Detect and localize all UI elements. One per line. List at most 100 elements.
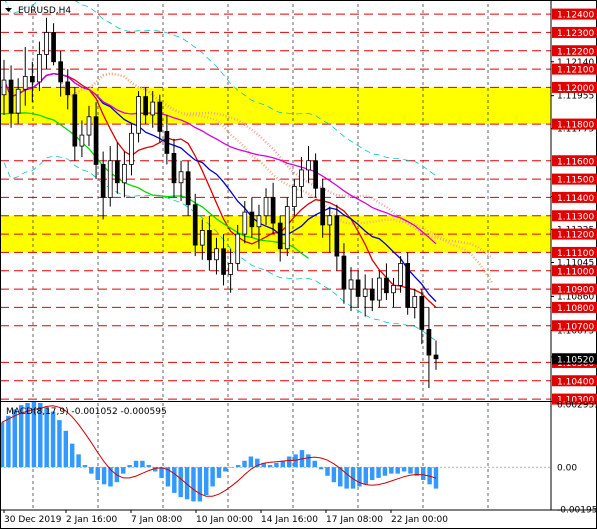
level-price-label: 1.10400 (557, 377, 594, 387)
candle-body (412, 296, 418, 308)
time-axis-label: 7 Jan 08:00 (131, 515, 183, 525)
candle-body (256, 215, 262, 228)
macd-title: MACD(8,17,9) -0.001052 -0.000595 (6, 407, 167, 417)
level-price-label: 1.11300 (557, 212, 594, 222)
candle-body (1, 79, 7, 96)
candle-body (376, 277, 382, 301)
symbol-title: EURUSD,H4 (18, 6, 71, 16)
macd-bar (325, 467, 330, 476)
macd-bar (382, 467, 388, 476)
candle-body (171, 153, 177, 184)
candle-body (433, 354, 439, 360)
candle-body (136, 96, 141, 134)
candle-body (292, 186, 297, 207)
level-price-label: 1.12400 (557, 11, 594, 21)
candle-body (100, 164, 106, 198)
macd-bar (101, 467, 107, 485)
candle-body (150, 101, 156, 116)
macd-bar (159, 467, 164, 478)
macd-bar (248, 456, 254, 468)
macd-scale-label: -0.001955 (557, 506, 597, 516)
macd-bar (191, 467, 196, 502)
candle-body (164, 131, 170, 154)
candle-body (214, 248, 219, 261)
macd-bar (121, 467, 126, 474)
candle-body (391, 285, 396, 294)
candle-body (8, 79, 14, 114)
macd-bar (286, 456, 292, 468)
macd-bar (197, 467, 203, 502)
candle-body (313, 160, 318, 189)
candle-body (79, 134, 85, 147)
candle-body (51, 32, 56, 63)
macd-bar (223, 467, 228, 472)
macd-bar (6, 415, 11, 468)
candle-body (37, 54, 42, 83)
macd-scale-label: 0.002955 (557, 400, 597, 410)
candle-body (29, 76, 35, 83)
macd-bar (395, 467, 400, 474)
macd-bar (235, 465, 241, 468)
candle-body (299, 169, 304, 187)
time-axis-label: 14 Jan 16:00 (261, 515, 318, 525)
macd-bar (408, 467, 413, 474)
candle-body (199, 230, 205, 246)
candle-body (398, 263, 403, 286)
level-price-label: 1.12200 (557, 47, 594, 57)
macd-bar (363, 467, 369, 485)
macd-bar (267, 465, 273, 468)
candle-body (178, 171, 184, 184)
level-price-label: 1.10900 (557, 286, 594, 296)
time-axis-label: 10 Jan 00:00 (196, 515, 253, 525)
macd-bar (293, 454, 298, 468)
candle-body (419, 296, 425, 330)
macd-bar (376, 467, 381, 478)
macd-bar (178, 467, 183, 498)
candle-body (65, 81, 71, 96)
level-price-label: 1.11600 (557, 157, 594, 167)
macd-bar (57, 420, 62, 468)
levels-layer (0, 13, 551, 400)
level-price-label: 1.11400 (557, 194, 594, 204)
macd-bar (331, 467, 337, 483)
candle-body (270, 197, 276, 224)
candle-body (320, 187, 326, 226)
macd-bar (312, 460, 317, 468)
candle-body (129, 132, 134, 165)
candle-body (157, 101, 163, 132)
macd-bar (76, 454, 81, 468)
macd-bar (229, 467, 234, 468)
candle-body (426, 329, 432, 356)
candle-body (249, 211, 255, 228)
level-price-label: 1.11800 (557, 121, 594, 131)
macd-bar (401, 467, 407, 472)
macd-bar (82, 465, 88, 468)
candle-body (369, 288, 375, 301)
candle-body (58, 61, 64, 83)
macd-bar (140, 460, 145, 468)
candle-body (122, 164, 127, 184)
outer-border (0, 0, 597, 529)
candle-body (221, 248, 226, 275)
macd-bar (146, 465, 152, 468)
macd-bar (50, 411, 56, 468)
candle-body (107, 160, 113, 198)
candle-body (72, 94, 78, 147)
macd-bar (216, 467, 222, 478)
candle-body (114, 160, 120, 184)
symbol-dropdown-icon[interactable] (5, 8, 12, 12)
candle-body (263, 197, 269, 217)
macd-bar (204, 467, 209, 496)
macd-bar (133, 460, 139, 468)
macd-bar (127, 465, 132, 468)
macd-bar (369, 467, 375, 481)
level-price-label: 1.10800 (557, 304, 594, 314)
candle-body (384, 277, 389, 294)
candles-layer (1, 17, 439, 389)
candle-body (334, 215, 340, 257)
candle-body (93, 116, 99, 165)
macd-bar (274, 462, 279, 468)
time-axis-label: 22 Jan 00:00 (391, 515, 448, 525)
macd-bar (306, 454, 311, 468)
level-price-label: 1.10700 (557, 322, 594, 332)
